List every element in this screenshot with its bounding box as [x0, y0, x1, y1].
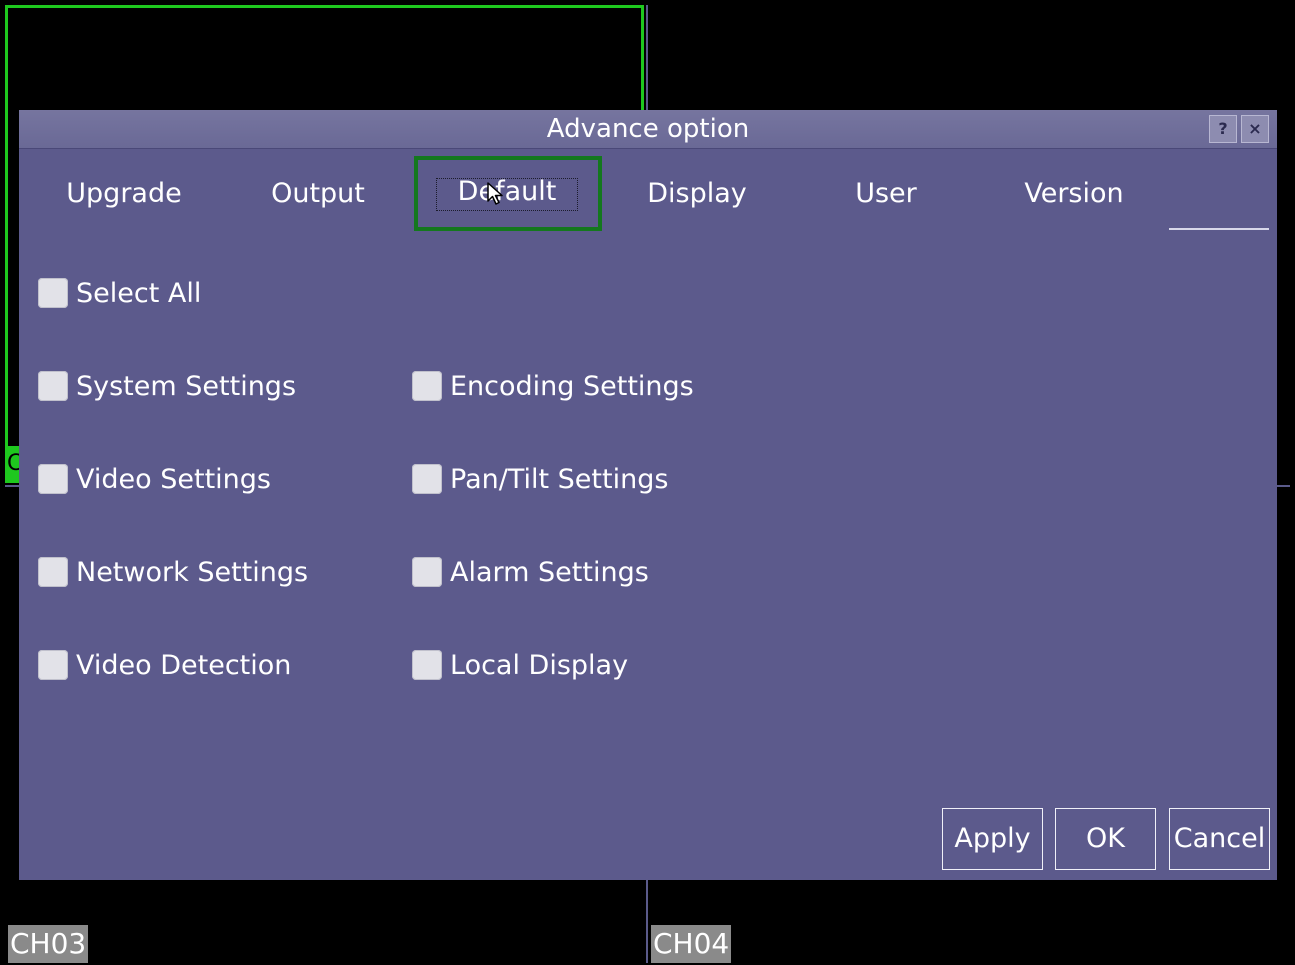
network-settings-checkbox[interactable]: [38, 557, 68, 587]
help-button[interactable]: ?: [1209, 115, 1237, 143]
system-settings-option[interactable]: System Settings: [38, 366, 296, 406]
pan-tilt-settings-checkbox[interactable]: [412, 464, 442, 494]
tab-output[interactable]: Output: [243, 174, 393, 214]
system-settings-checkbox[interactable]: [38, 371, 68, 401]
encoding-settings-checkbox[interactable]: [412, 371, 442, 401]
mouse-pointer-icon: [487, 182, 503, 205]
alarm-settings-option[interactable]: Alarm Settings: [412, 552, 649, 592]
close-button[interactable]: ×: [1241, 115, 1269, 143]
alarm-settings-label: Alarm Settings: [450, 556, 649, 588]
channel-label-ch04: CH04: [651, 925, 732, 963]
select-all-checkbox[interactable]: [38, 278, 68, 308]
video-detection-label: Video Detection: [76, 649, 292, 681]
tab-user[interactable]: User: [811, 174, 961, 214]
pan-tilt-settings-option[interactable]: Pan/Tilt Settings: [412, 459, 668, 499]
channel-label-ch03: CH03: [8, 925, 89, 963]
advance-option-dialog: Advance option ? × Upgrade Output Defaul…: [19, 110, 1277, 880]
network-settings-option[interactable]: Network Settings: [38, 552, 308, 592]
video-settings-checkbox[interactable]: [38, 464, 68, 494]
encoding-settings-option[interactable]: Encoding Settings: [412, 366, 694, 406]
local-display-option[interactable]: Local Display: [412, 645, 628, 685]
cancel-button[interactable]: Cancel: [1169, 808, 1270, 870]
tab-display[interactable]: Display: [622, 174, 772, 214]
tab-underline: [1169, 228, 1269, 230]
select-all-option[interactable]: Select All: [38, 273, 201, 313]
alarm-settings-checkbox[interactable]: [412, 557, 442, 587]
dialog-title: Advance option: [546, 114, 750, 144]
video-detection-checkbox[interactable]: [38, 650, 68, 680]
channel-label-partial: C: [7, 446, 19, 482]
apply-button[interactable]: Apply: [942, 808, 1043, 870]
video-settings-option[interactable]: Video Settings: [38, 459, 271, 499]
local-display-label: Local Display: [450, 649, 629, 681]
select-all-label: Select All: [76, 277, 202, 309]
dialog-titlebar[interactable]: Advance option ? ×: [19, 110, 1277, 149]
system-settings-label: System Settings: [76, 370, 297, 402]
network-settings-label: Network Settings: [76, 556, 309, 588]
video-detection-option[interactable]: Video Detection: [38, 645, 291, 685]
local-display-checkbox[interactable]: [412, 650, 442, 680]
encoding-settings-label: Encoding Settings: [450, 370, 694, 402]
pan-tilt-settings-label: Pan/Tilt Settings: [450, 463, 669, 495]
tab-version[interactable]: Version: [999, 174, 1149, 214]
tab-upgrade[interactable]: Upgrade: [49, 174, 199, 214]
tab-default[interactable]: Default: [432, 172, 582, 212]
ok-button[interactable]: OK: [1055, 808, 1156, 870]
video-settings-label: Video Settings: [76, 463, 271, 495]
